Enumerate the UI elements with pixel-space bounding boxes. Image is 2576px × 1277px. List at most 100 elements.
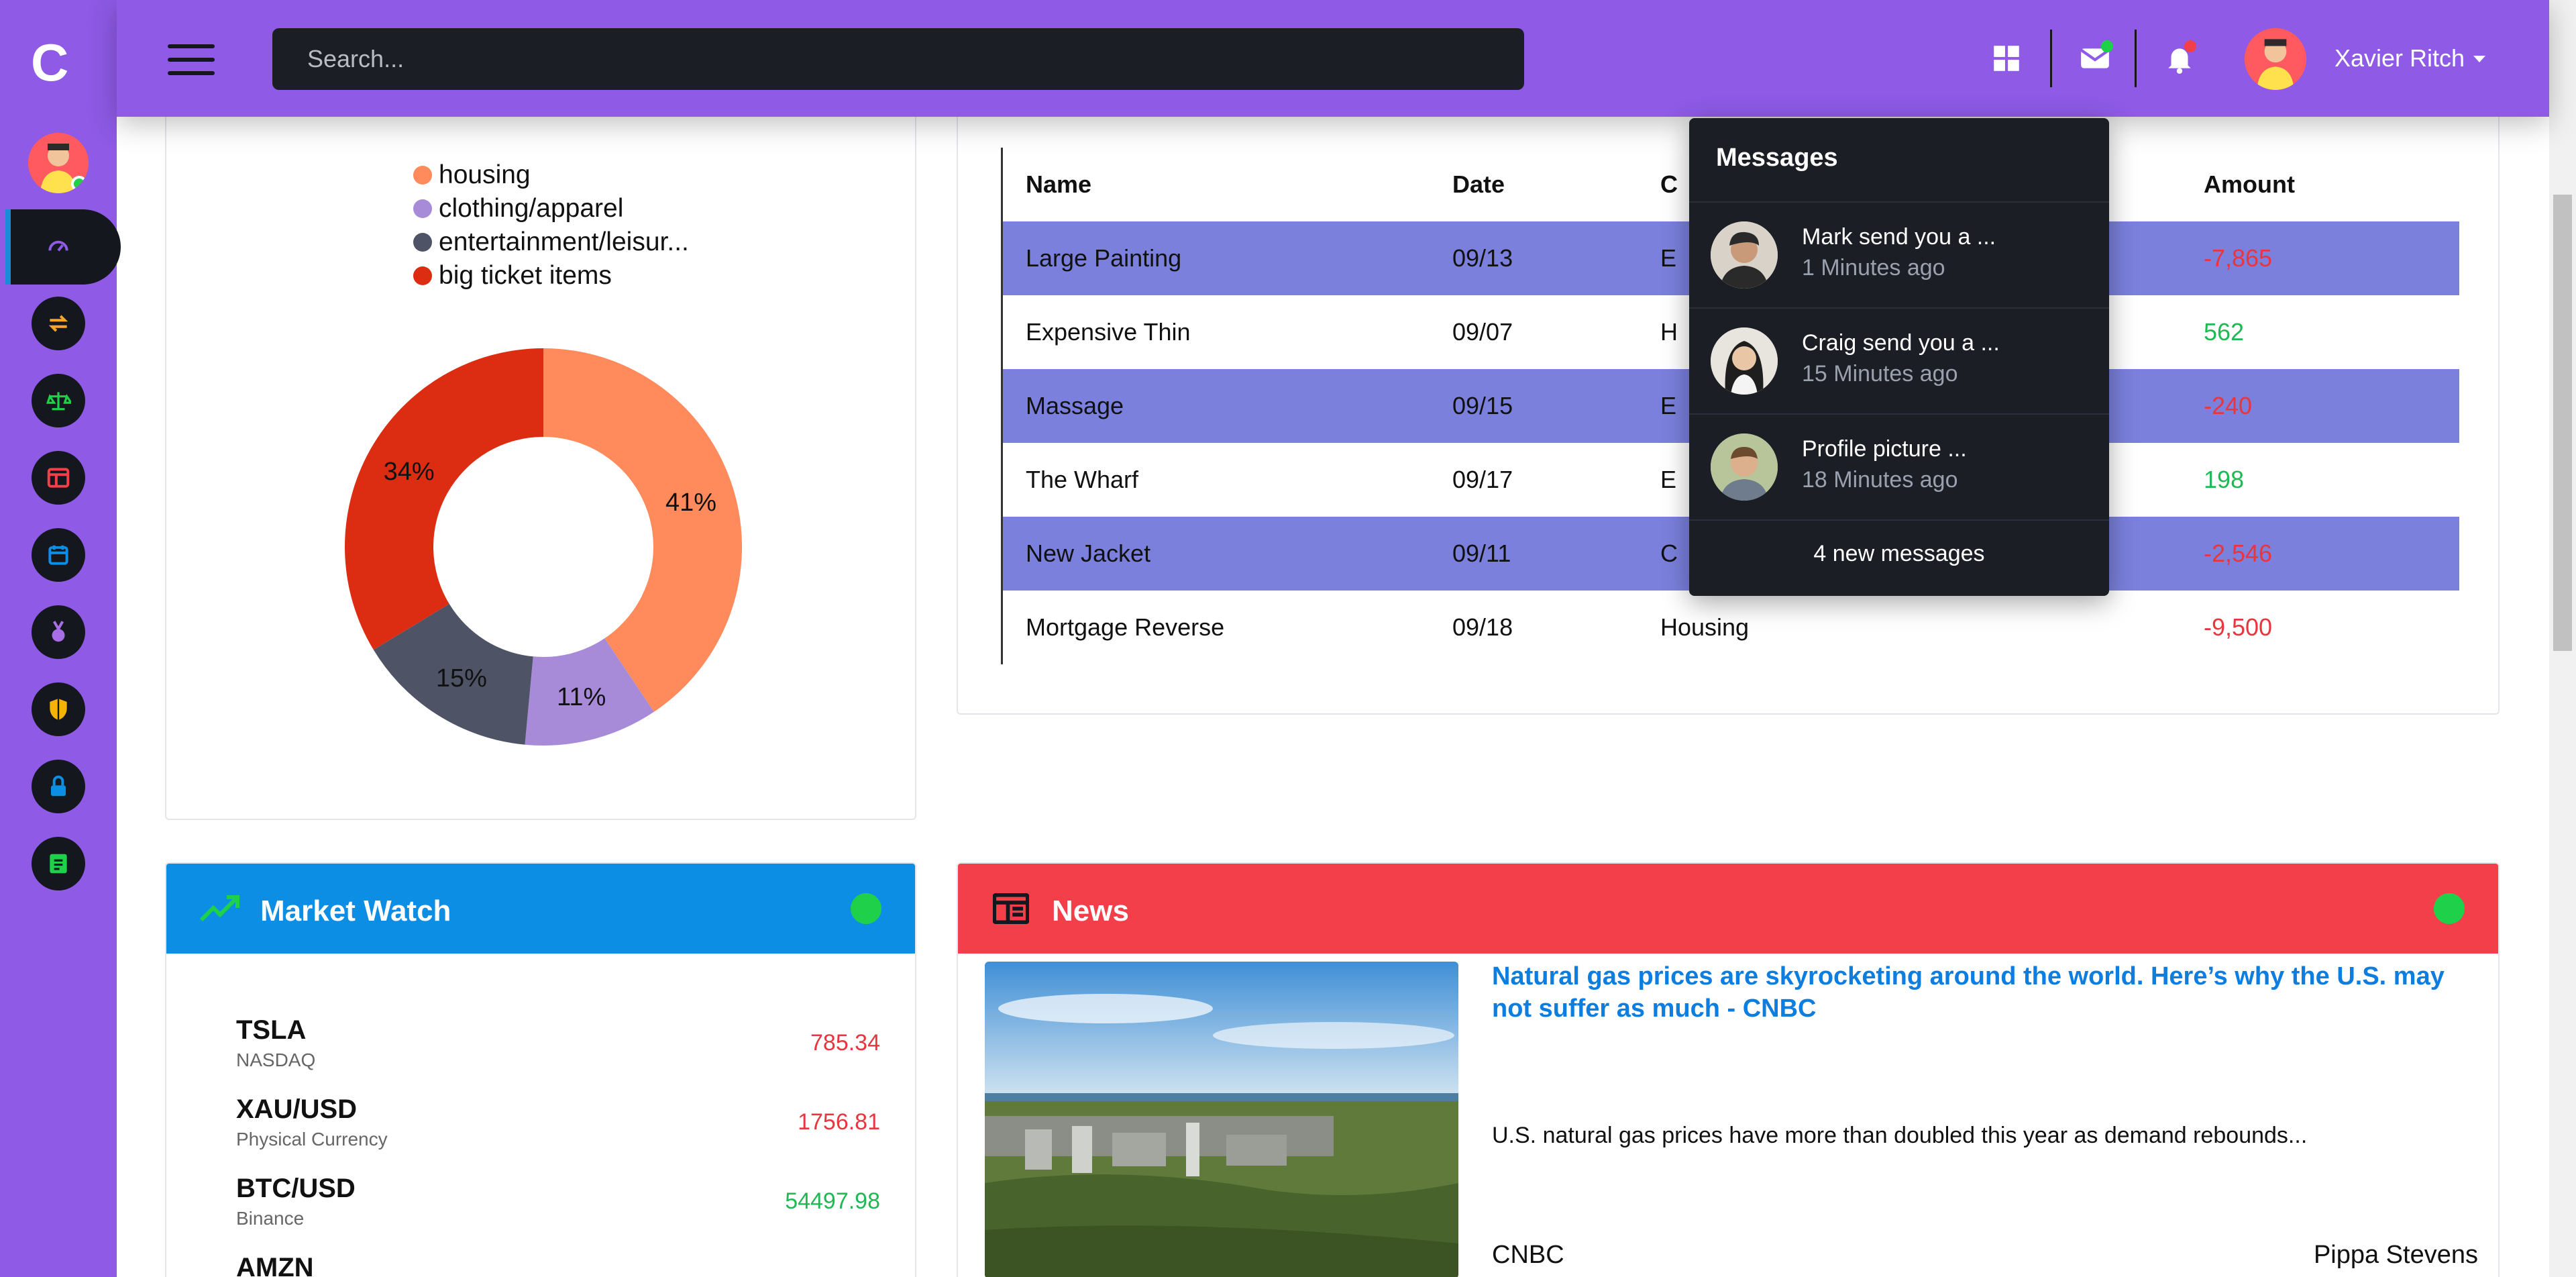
slice-label: 41% (665, 489, 716, 517)
view-all-messages-link[interactable]: 4 new messages (1689, 541, 2109, 567)
sidebar-item-notes[interactable] (32, 837, 85, 890)
cell-date: 09/13 (1452, 244, 1513, 272)
lock-icon (50, 775, 66, 797)
person-photo-icon (1711, 433, 1778, 501)
stock-row[interactable]: AMZN (236, 1253, 880, 1277)
stock-symbol: XAU/USD (236, 1094, 358, 1124)
news-article-image[interactable] (985, 962, 1458, 1277)
stock-exchange: Binance (236, 1208, 305, 1229)
stock-symbol: AMZN (236, 1253, 314, 1277)
user-name[interactable]: Xavier Ritch (2334, 44, 2465, 72)
sidebar-item-accounts[interactable] (32, 451, 85, 505)
message-text: Profile picture ... (1802, 436, 1967, 462)
column-header-amount[interactable]: Amount (2204, 170, 2459, 199)
chart-legend: housing clothing/apparel entertainment/lei… (413, 158, 689, 293)
legend-swatch (413, 166, 432, 185)
sidebar-item-calendar[interactable] (32, 528, 85, 582)
stock-row[interactable]: BTC/USD Binance 54497.98 (236, 1174, 880, 1229)
legend-item[interactable]: clothing/apparel (413, 192, 689, 225)
stock-price: 54497.98 (785, 1188, 880, 1214)
cell-name: New Jacket (1026, 540, 1151, 567)
market-watch-card: Market Watch TSLA NASDAQ 785.34 XAU/USD … (165, 862, 916, 1277)
message-item[interactable]: Craig send you a ... 15 Minutes ago (1689, 309, 2109, 413)
news-description: U.S. natural gas prices have more than d… (1492, 1123, 2308, 1148)
cell-amount: -7,865 (2204, 244, 2273, 272)
legend-swatch (413, 233, 432, 252)
cell-category: Housing (1660, 613, 1750, 641)
cell-date: 09/15 (1452, 392, 1513, 419)
message-item[interactable]: Profile picture ... 18 Minutes ago (1689, 415, 2109, 519)
scale-icon (46, 392, 71, 411)
sidebar-item-rewards[interactable] (32, 605, 85, 659)
medal-icon (52, 621, 65, 642)
table-row[interactable]: Mortgage Reverse 09/18 Housing -9,500 (1003, 591, 2459, 664)
news-title: News (1052, 895, 1129, 927)
cell-amount: -2,546 (2204, 540, 2273, 567)
slice-label: 34% (384, 458, 435, 486)
calendar-icon (48, 545, 68, 565)
trending-up-icon (200, 895, 239, 922)
sidebar-item-privacy[interactable] (32, 760, 85, 813)
stock-symbol: TSLA (236, 1015, 307, 1045)
message-item[interactable]: Mark send you a ... 1 Minutes ago (1689, 203, 2109, 307)
newspaper-icon (993, 893, 1029, 924)
news-headline-link[interactable]: Natural gas prices are skyrocketing arou… (1492, 960, 2471, 1025)
browser-window-icon (47, 468, 70, 488)
person-photo-icon (1711, 327, 1778, 395)
message-time: 18 Minutes ago (1802, 467, 1958, 493)
shield-icon (50, 699, 67, 720)
slice-label: 15% (436, 664, 487, 693)
news-card: News Natural gas prices are skyrocketing… (957, 862, 2500, 1277)
cell-name: Mortgage Reverse (1026, 613, 1225, 641)
grid-icon[interactable] (1990, 42, 2023, 75)
message-time: 1 Minutes ago (1802, 255, 1945, 280)
sidebar-item-balance[interactable] (32, 374, 85, 427)
user-avatar[interactable] (2245, 28, 2306, 90)
column-header-date[interactable]: Date (1452, 170, 1660, 199)
stock-symbol: BTC/USD (236, 1174, 356, 1203)
legend-item[interactable]: big ticket items (413, 259, 689, 293)
legend-label: housing (439, 160, 531, 189)
market-watch-header: Market Watch (166, 864, 915, 954)
sidebar-avatar[interactable] (28, 133, 89, 193)
stock-exchange: Physical Currency (236, 1129, 388, 1150)
divider (1689, 519, 2109, 521)
stock-exchange: NASDAQ (236, 1050, 316, 1070)
donut-chart: 41% 11% 15% 34% (345, 348, 743, 746)
chevron-down-icon[interactable] (2473, 56, 2485, 62)
search-input[interactable] (272, 28, 1524, 90)
person-photo-icon (1711, 221, 1778, 289)
news-header: News (958, 864, 2498, 954)
brand-logo[interactable]: C (31, 32, 68, 93)
slice-label: 11% (557, 683, 606, 711)
navbar-divider (2135, 30, 2137, 87)
navbar-divider (2050, 30, 2052, 87)
message-text: Mark send you a ... (1802, 224, 1996, 250)
stock-row[interactable]: TSLA NASDAQ 785.34 (236, 1015, 880, 1071)
legend-label: big ticket items (439, 261, 612, 290)
legend-item[interactable]: entertainment/leisur... (413, 225, 689, 259)
sidebar-item-security[interactable] (32, 682, 85, 736)
person-avatar-icon (2245, 28, 2306, 90)
hamburger-menu-icon[interactable] (168, 44, 215, 75)
market-watch-title: Market Watch (260, 895, 451, 927)
stock-row[interactable]: XAU/USD Physical Currency 1756.81 (236, 1094, 880, 1150)
cell-amount: 562 (2204, 318, 2245, 346)
cell-name: Large Painting (1026, 244, 1182, 272)
transfer-arrows-icon (48, 315, 68, 332)
sidebar-item-transfers[interactable] (32, 297, 85, 350)
stock-price: 785.34 (810, 1030, 880, 1056)
donut-slice[interactable] (345, 348, 543, 650)
legend-swatch (413, 199, 432, 218)
message-text: Craig send you a ... (1802, 330, 2000, 356)
message-time: 15 Minutes ago (1802, 361, 1958, 387)
column-header-name[interactable]: Name (1003, 170, 1452, 199)
scrollbar-thumb[interactable] (2553, 195, 2572, 651)
gas-plant-photo (985, 962, 1458, 1277)
sidebar-item-dashboard[interactable] (32, 219, 85, 273)
messages-dropdown: Messages Mark send you a ... 1 Minutes a… (1689, 118, 2109, 596)
legend-item[interactable]: housing (413, 158, 689, 192)
mail-badge (2101, 40, 2113, 52)
legend-label: entertainment/leisur... (439, 227, 689, 256)
cell-name: The Wharf (1026, 466, 1139, 493)
